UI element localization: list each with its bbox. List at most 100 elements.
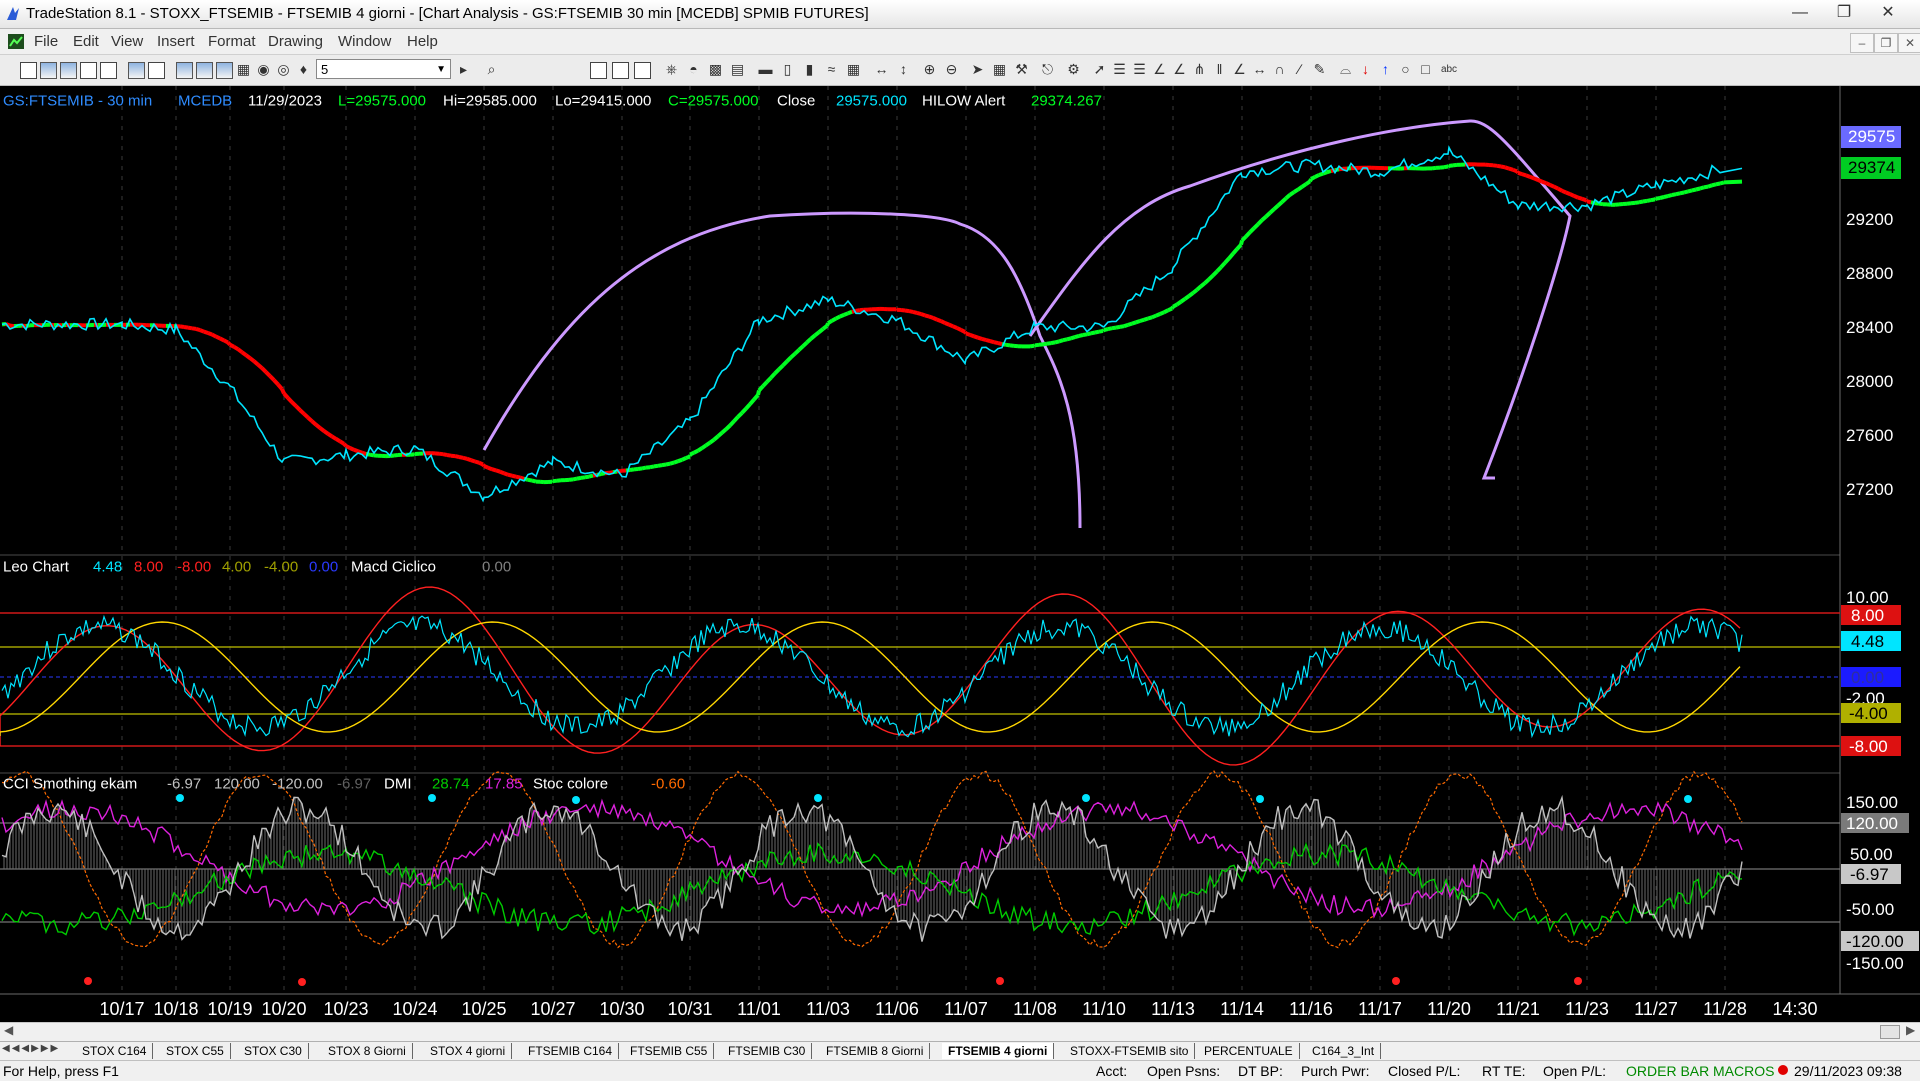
showme-icon[interactable]: ▩ <box>708 62 723 77</box>
format-icon[interactable] <box>590 62 607 79</box>
new-icon[interactable] <box>20 62 37 79</box>
tab-stoxx-ftsemib-sito[interactable]: STOXX-FTSEMIB sito <box>1064 1043 1195 1059</box>
tab-stox-c30[interactable]: STOX C30 <box>238 1043 309 1059</box>
probability-icon[interactable]: ▤ <box>730 62 745 77</box>
horizontal-lines-icon[interactable]: ☰ <box>1112 62 1127 77</box>
ma-segment <box>228 343 230 345</box>
price-pane[interactable]: 292002880028400280002760027200 <box>2 121 1893 528</box>
close-icon[interactable]: ✕ <box>1866 0 1910 26</box>
speed-lines-icon[interactable]: ∠ <box>1172 62 1187 77</box>
open-workspace-icon[interactable] <box>60 62 77 79</box>
tools-icon[interactable]: ⚒ <box>1014 62 1029 77</box>
gann-fan-icon[interactable]: ∠ <box>1152 62 1167 77</box>
regression-icon[interactable]: ∠ <box>1232 62 1247 77</box>
mdi-close-icon[interactable]: ✕ <box>1898 33 1920 53</box>
menu-edit[interactable]: Edit <box>73 33 99 50</box>
tab-nav-icons[interactable]: ◀◀◀▶▶▶ <box>2 1043 60 1054</box>
rectangle-icon[interactable]: □ <box>1418 62 1433 77</box>
time-zones-icon[interactable]: ↔ <box>1252 62 1267 77</box>
scale-icon[interactable]: ↕ <box>896 62 911 77</box>
copy-icon[interactable] <box>100 62 117 79</box>
ellipse-icon[interactable]: ○ <box>1398 62 1413 77</box>
interval-dropdown[interactable]: 5▼ <box>316 59 451 79</box>
bar-spacing-icon[interactable]: ↔ <box>874 62 889 77</box>
scroll-thumb[interactable] <box>1880 1025 1900 1039</box>
tab-stox-4-giorni[interactable]: STOX 4 giorni <box>424 1043 512 1059</box>
tab-ftsemib-c164[interactable]: FTSEMIB C164 <box>522 1043 619 1059</box>
status-order-bar[interactable]: ORDER BAR <box>1626 1063 1709 1079</box>
tab-c164-3-int[interactable]: C164_3_Int <box>1306 1043 1381 1059</box>
globe-icon[interactable]: ◎ <box>276 62 291 77</box>
ma-segment <box>974 336 978 337</box>
tab-stox-8-giorni[interactable]: STOX 8 Giorni <box>322 1043 413 1059</box>
menu-drawing[interactable]: Drawing <box>268 33 323 50</box>
apps-icon[interactable]: ♦ <box>296 62 311 77</box>
new-workspace-icon[interactable] <box>80 62 97 79</box>
macd-pane[interactable] <box>0 587 1840 765</box>
scroll-right-icon[interactable]: ▶ <box>1906 1023 1915 1037</box>
parallel-lines-icon[interactable]: ∕ <box>1292 62 1307 77</box>
andrews-pitchfork-icon[interactable]: ⋔ <box>1192 62 1207 77</box>
play-icon[interactable]: ▸ <box>456 62 471 77</box>
chart-icon[interactable]: ▦ <box>236 62 251 77</box>
fibonacci-icon[interactable]: ☰ <box>1132 62 1147 77</box>
tab-ftsemib-c55[interactable]: FTSEMIB C55 <box>624 1043 714 1059</box>
save-icon[interactable] <box>128 62 145 79</box>
data-window-icon[interactable]: ▦ <box>992 62 1007 77</box>
radar-icon[interactable]: ◉ <box>256 62 271 77</box>
trendline-icon[interactable]: ➚ <box>1092 62 1107 77</box>
magnifier-icon[interactable]: ⌕ <box>484 62 499 77</box>
window-icon[interactable] <box>176 62 193 79</box>
menu-insert[interactable]: Insert <box>157 33 195 50</box>
menu-format[interactable]: Format <box>208 33 256 50</box>
tab-ftsemib-c30[interactable]: FTSEMIB C30 <box>722 1043 812 1059</box>
ma-segment <box>528 480 532 481</box>
tile-icon[interactable] <box>196 62 213 79</box>
strategy-icon[interactable] <box>634 62 651 79</box>
candles-icon[interactable]: ▮ <box>802 62 817 77</box>
tab-ftsemib-8-giorni[interactable]: FTSEMIB 8 Giorni <box>820 1043 930 1059</box>
text-tool-icon[interactable]: abc <box>1438 62 1460 77</box>
mdi-minimize-icon[interactable]: – <box>1850 33 1874 53</box>
pencil-icon[interactable]: ✎ <box>1312 62 1327 77</box>
indicator-icon[interactable]: ⎈ <box>664 62 679 77</box>
minimize-icon[interactable]: — <box>1778 0 1822 26</box>
chart-type-icon[interactable]: ▬ <box>758 62 773 77</box>
pointer-icon[interactable]: ➤ <box>970 62 985 77</box>
arrow-down-icon[interactable]: ↓ <box>1358 62 1373 77</box>
scroll-left-icon[interactable]: ◀ <box>4 1023 13 1037</box>
cci-pane[interactable] <box>0 771 1840 986</box>
open-icon[interactable] <box>40 62 57 79</box>
zoom-out-icon[interactable]: ⊖ <box>944 62 959 77</box>
settings-icon[interactable]: ⚙ <box>1066 62 1081 77</box>
menu-window[interactable]: Window <box>338 33 391 50</box>
bars-icon[interactable]: ▯ <box>780 62 795 77</box>
menu-view[interactable]: View <box>111 33 143 50</box>
export-icon[interactable]: ⎋ <box>1040 62 1055 77</box>
cascade-icon[interactable] <box>216 62 233 79</box>
arc-icon[interactable]: ⌓ <box>1338 62 1353 77</box>
print-icon[interactable] <box>148 62 165 79</box>
point-figure-icon[interactable]: ▦ <box>846 62 861 77</box>
chart-canvas[interactable]: 292002880028400280002760027200 GS: <box>0 86 1920 1022</box>
ma-segment <box>1546 183 1550 185</box>
horizontal-scrollbar[interactable]: ◀ ▶ <box>0 1022 1920 1041</box>
tab-ftsemib-4-giorni[interactable]: FTSEMIB 4 giorni <box>942 1043 1054 1059</box>
arrow-up-icon[interactable]: ↑ <box>1378 62 1393 77</box>
tab-percentuale[interactable]: PERCENTUALE <box>1198 1043 1300 1059</box>
status-macros[interactable]: MACROS <box>1713 1063 1774 1079</box>
cycle-icon[interactable]: ∩ <box>1272 62 1287 77</box>
insert-analysis-icon[interactable] <box>612 62 629 79</box>
mdi-restore-icon[interactable]: ❐ <box>1874 33 1898 53</box>
menu-help[interactable]: Help <box>407 33 438 50</box>
line-chart-icon[interactable]: ≈ <box>824 62 839 77</box>
menu-file[interactable]: File <box>34 33 58 50</box>
paintbar-icon[interactable]: ◓ <box>686 62 701 77</box>
restore-icon[interactable]: ❐ <box>1822 0 1866 26</box>
chart-window-icon[interactable] <box>8 34 24 49</box>
tab-stox-c164[interactable]: STOX C164 <box>76 1043 153 1059</box>
chart-analysis-window[interactable]: 292002880028400280002760027200 GS: <box>0 86 1920 1022</box>
zoom-in-icon[interactable]: ⊕ <box>922 62 937 77</box>
tab-stox-c55[interactable]: STOX C55 <box>160 1043 231 1059</box>
vertical-lines-icon[interactable]: ‖ <box>1212 62 1227 77</box>
